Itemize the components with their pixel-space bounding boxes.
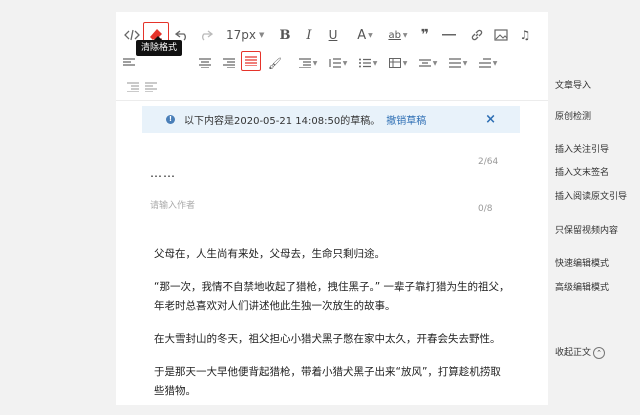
font-size-value: 17px <box>226 28 256 42</box>
redo-icon[interactable] <box>196 26 216 44</box>
indent-icon[interactable]: ▼ <box>296 54 320 72</box>
underline-icon[interactable]: U <box>324 26 342 44</box>
align-right-icon[interactable] <box>220 54 238 72</box>
italic-icon[interactable]: I <box>300 26 318 44</box>
article-body[interactable]: 父母在，人生尚有来处，父母去，生命只剩归途。 “那一次，我情不自禁地收起了猎枪，… <box>154 245 510 415</box>
paragraph: 于是那天一大早他便背起猎枪，带着小猎犬黑子出来“放风”，打算趁机捞取些猎物。 <box>154 366 501 397</box>
collapse-body-button[interactable]: 收起正文 ⌃ <box>550 342 611 362</box>
sidebar-item-read-original[interactable]: 插入阅读原文引导 <box>550 186 633 205</box>
blockquote-icon[interactable]: ❞ <box>416 26 434 44</box>
paragraph: 父母在，人生尚有来处，父母去，生命只剩归途。 <box>154 248 385 260</box>
outdent-icon[interactable] <box>126 78 140 96</box>
bullet-list-icon[interactable]: ▼ <box>356 54 380 72</box>
info-icon: ! <box>166 115 175 124</box>
paragraph-spacing-icon[interactable]: ▼ <box>416 54 440 72</box>
letter-spacing-icon[interactable]: ▼ <box>446 54 470 72</box>
author-char-count: 0/8 <box>478 204 493 214</box>
sidebar-item-follow-guide[interactable]: 插入关注引导 <box>550 139 615 158</box>
horizontal-rule-icon[interactable] <box>440 26 458 44</box>
chevron-down-icon: ▼ <box>259 31 265 39</box>
undo-draft-link[interactable]: 撤销草稿 <box>386 112 426 127</box>
sidebar-item-import[interactable]: 文章导入 <box>550 75 597 94</box>
draft-notice: ! 以下内容是2020-05-21 14:08:50的草稿。 撤销草稿 × <box>142 106 520 133</box>
paragraph-indent-icon[interactable] <box>144 78 158 96</box>
sidebar-item-quick-edit[interactable]: 快速编辑模式 <box>550 253 615 272</box>
link-icon[interactable] <box>468 26 486 44</box>
paragraph: 在大雪封山的冬天，祖父担心小猎犬黑子憋在家中太久，开春会失去野性。 <box>154 333 501 345</box>
background-color-icon[interactable]: ab ▼ <box>386 26 410 44</box>
first-indent-icon[interactable]: ▼ <box>476 54 500 72</box>
paragraph: “那一次，我情不自禁地收起了猎枪，拽住黑子。” 一辈子靠打猎为生的祖父，年老时总… <box>154 281 510 312</box>
font-size-select[interactable]: 17px ▼ <box>226 26 266 44</box>
format-brush-icon[interactable]: 🖌 <box>266 54 284 72</box>
sidebar-item-video-only[interactable]: 只保留视频内容 <box>550 220 624 239</box>
font-color-icon[interactable]: A ▼ <box>354 26 376 44</box>
align-left-icon[interactable] <box>122 54 136 72</box>
draft-message: 以下内容是2020-05-21 14:08:50的草稿。 <box>184 116 381 127</box>
sidebar-item-signature[interactable]: 插入文末签名 <box>550 162 615 181</box>
collapse-body-label: 收起正文 <box>555 348 592 358</box>
author-input[interactable]: 请输入作者 <box>150 198 195 211</box>
close-icon[interactable]: × <box>485 113 496 126</box>
sidebar-item-advanced-edit[interactable]: 高级编辑模式 <box>550 277 615 296</box>
clear-format-tooltip: 清除格式 <box>136 36 183 56</box>
article-title[interactable]: …… <box>150 166 176 180</box>
title-char-count: 2/64 <box>478 157 499 167</box>
bold-icon[interactable]: B <box>276 26 294 44</box>
sidebar-item-originality-check[interactable]: 原创检测 <box>550 106 597 125</box>
toolbar-divider <box>116 100 548 101</box>
table-icon[interactable]: ▼ <box>386 54 410 72</box>
align-center-icon[interactable] <box>196 54 214 72</box>
chevron-up-icon: ⌃ <box>593 346 606 359</box>
image-icon[interactable] <box>492 26 510 44</box>
align-justify-icon[interactable] <box>241 51 261 71</box>
line-height-icon[interactable]: ▼ <box>326 54 350 72</box>
music-icon[interactable]: ♫ <box>516 26 534 44</box>
